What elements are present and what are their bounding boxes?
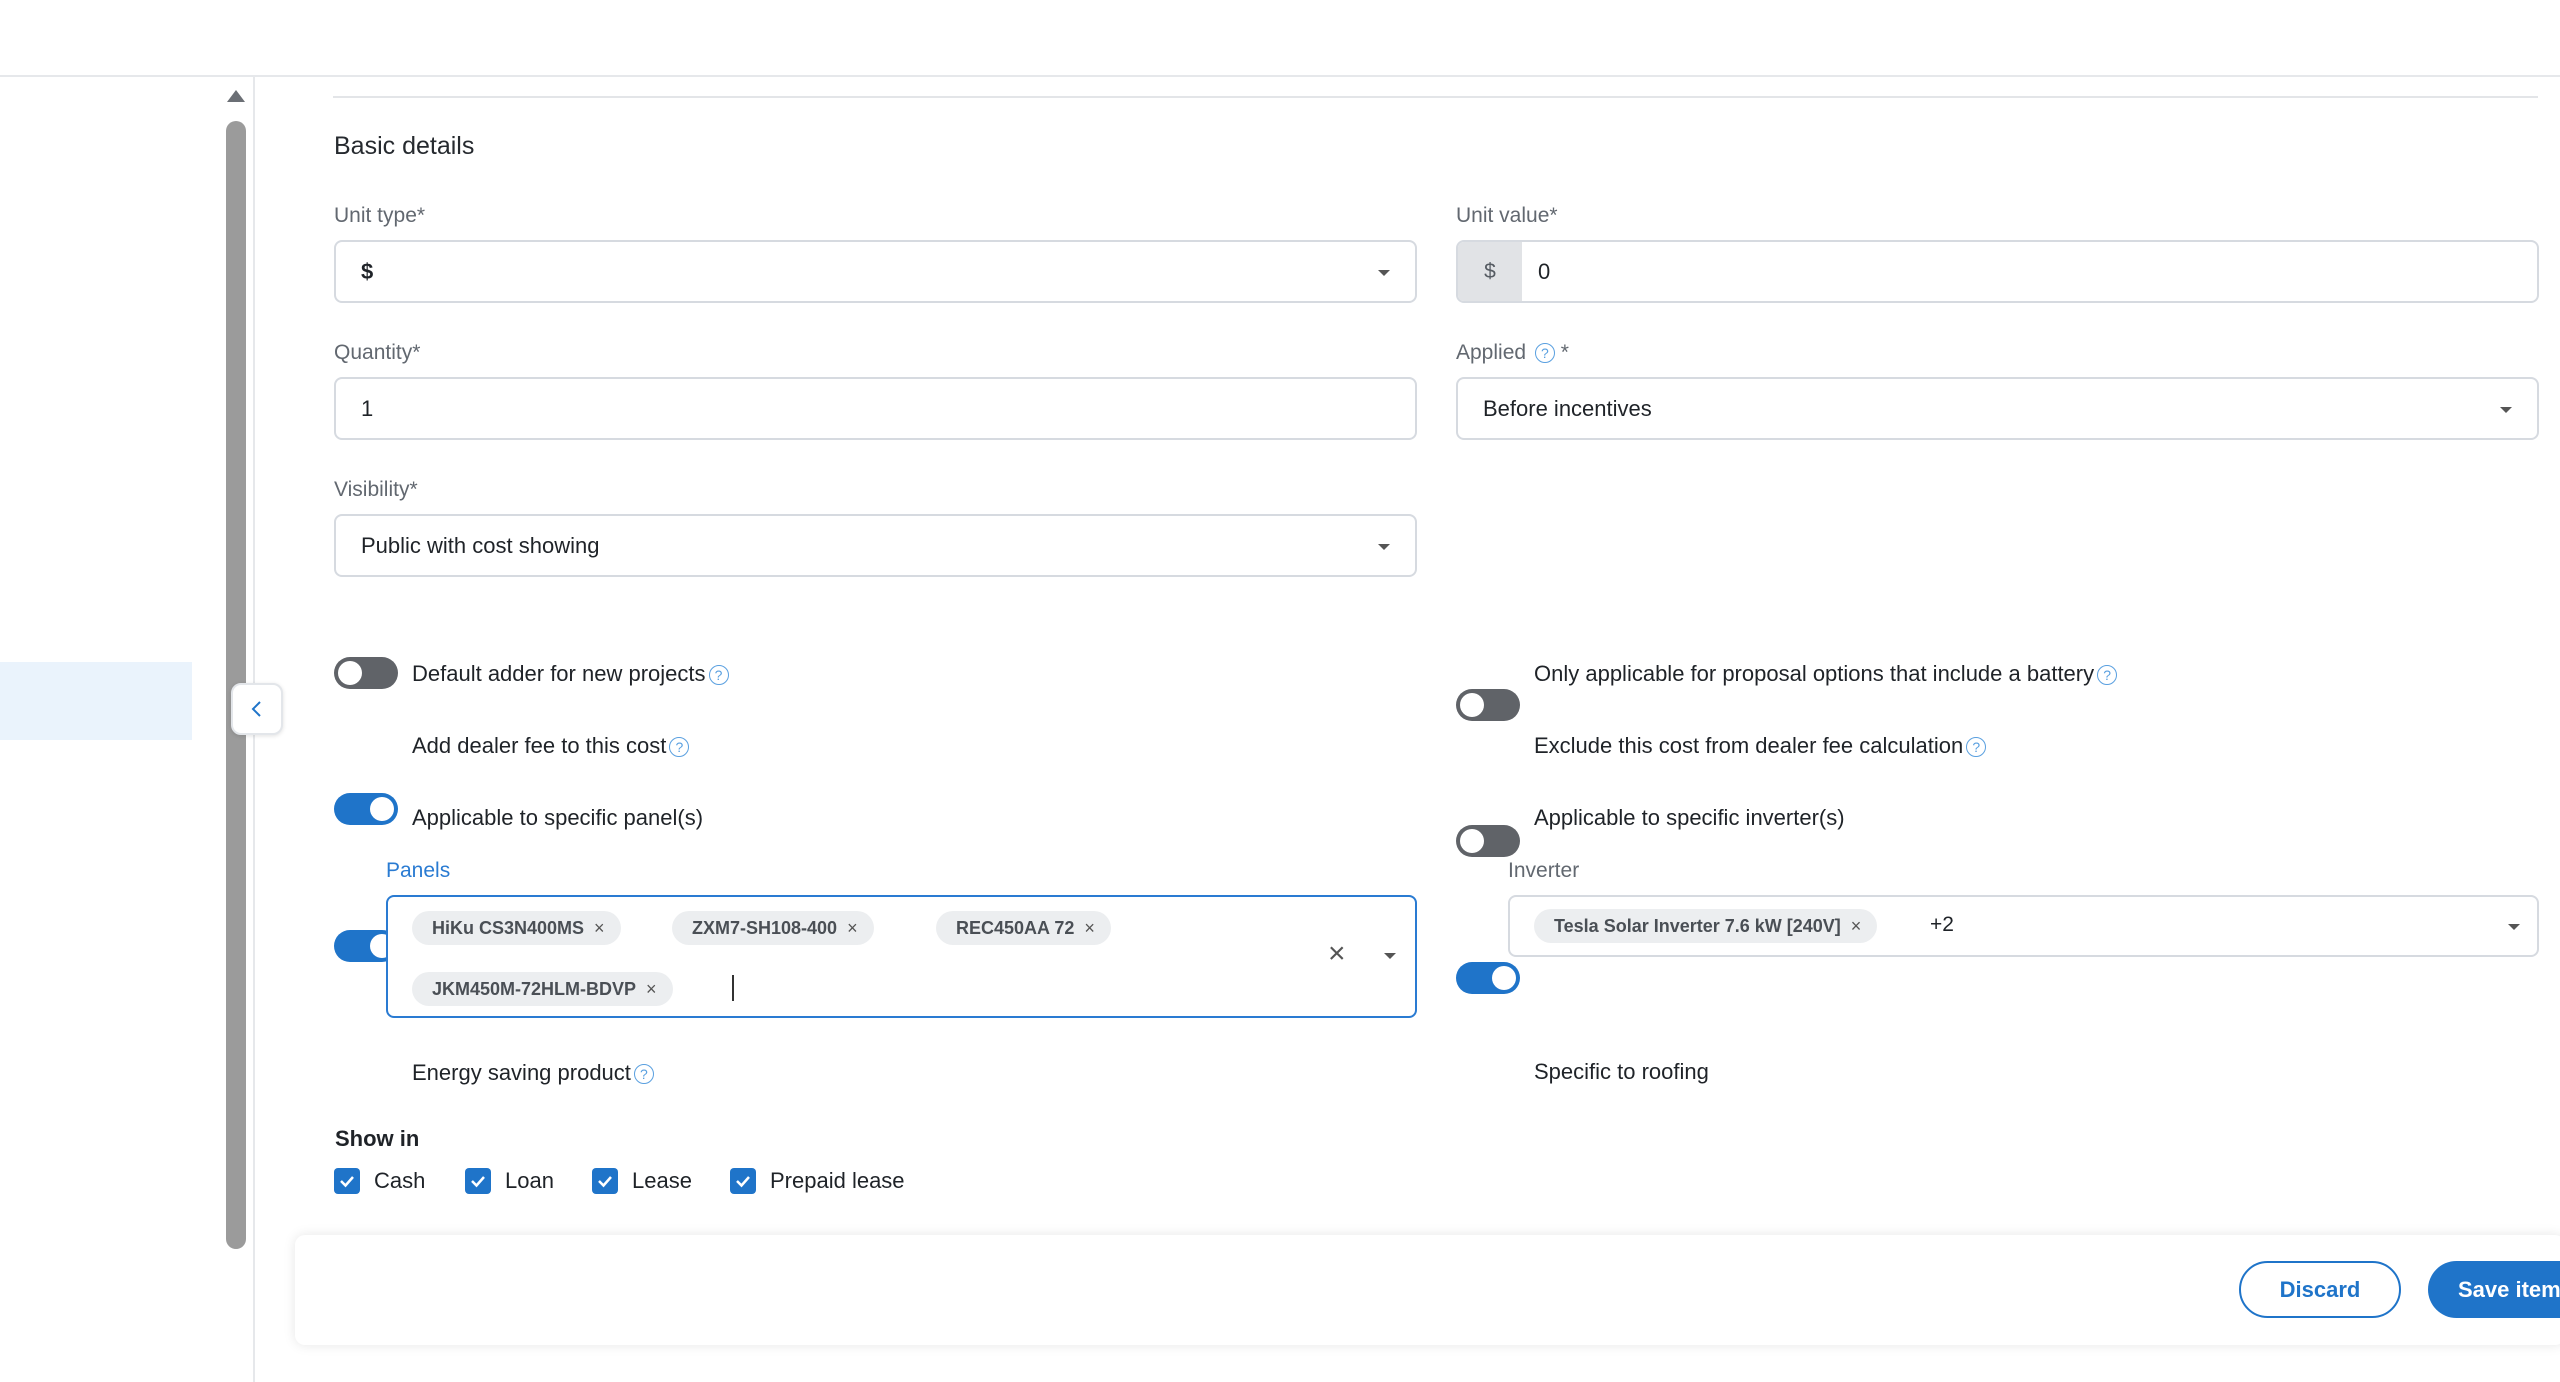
panels-multiselect[interactable]: HiKu CS3N400MS × ZXM7-SH108-400 × REC450AA… xyxy=(386,895,1417,1018)
battery-only-toggle[interactable] xyxy=(1456,689,1520,721)
visibility-value: Public with cost showing xyxy=(361,532,600,558)
panel-chip: ZXM7-SH108-400 × xyxy=(672,911,874,945)
chip-remove-icon[interactable]: × xyxy=(1084,918,1095,939)
inverter-chip: Tesla Solar Inverter 7.6 kW [240V] × xyxy=(1534,909,1878,943)
quantity-input[interactable]: 1 xyxy=(334,377,1417,440)
energy-saving-text: Energy saving product xyxy=(412,1060,631,1085)
footer-bar xyxy=(295,1235,2560,1345)
help-icon[interactable]: ? xyxy=(669,737,690,758)
applied-label: Applied ? * xyxy=(1456,341,1569,365)
chevron-left-icon xyxy=(251,701,261,717)
unit-value-label: Unit value* xyxy=(1456,204,1558,227)
chevron-down-icon[interactable] xyxy=(2508,924,2520,930)
default-adder-text: Default adder for new projects xyxy=(412,661,706,686)
cash-checkbox[interactable] xyxy=(334,1168,360,1194)
panel-chip-label: HiKu CS3N400MS xyxy=(432,917,585,938)
help-icon[interactable]: ? xyxy=(1966,737,1987,758)
inverter-more-count: +2 xyxy=(1930,913,1954,936)
battery-only-label: Only applicable for proposal options tha… xyxy=(1534,661,2118,687)
panel-chip-label: JKM450M-72HLM-BDVP xyxy=(432,978,637,999)
panel-chip-label: ZXM7-SH108-400 xyxy=(692,917,838,938)
inverter-chip-label: Tesla Solar Inverter 7.6 kW [240V] xyxy=(1554,915,1841,936)
exclude-dealer-fee-toggle[interactable] xyxy=(1456,825,1520,857)
chip-remove-icon[interactable]: × xyxy=(594,918,605,939)
exclude-dealer-fee-label: Exclude this cost from dealer fee calcul… xyxy=(1534,733,1987,759)
chevron-down-icon[interactable] xyxy=(1384,953,1396,959)
panel-chip: JKM450M-72HLM-BDVP × xyxy=(412,972,673,1006)
help-icon[interactable]: ? xyxy=(1534,343,1555,364)
chevron-down-icon xyxy=(1378,269,1390,276)
show-in-label: Show in xyxy=(335,1126,420,1151)
unit-type-value: $ xyxy=(361,258,374,284)
lease-label: Lease xyxy=(632,1168,692,1193)
save-item-button[interactable]: Save item xyxy=(2428,1261,2560,1318)
chip-remove-icon[interactable]: × xyxy=(847,918,858,939)
collapse-sidebar-button[interactable] xyxy=(231,683,283,735)
quantity-value: 1 xyxy=(361,395,374,421)
default-adder-label: Default adder for new projects? xyxy=(412,661,729,687)
section-title: Basic details xyxy=(334,132,475,160)
checkmark-icon xyxy=(471,1176,485,1188)
cash-label: Cash xyxy=(374,1168,426,1193)
unit-type-label: Unit type* xyxy=(334,204,426,227)
checkmark-icon xyxy=(598,1176,612,1188)
chip-remove-icon[interactable]: × xyxy=(1851,916,1862,937)
inverter-label: Inverter xyxy=(1508,859,1580,882)
help-icon[interactable]: ? xyxy=(2097,665,2118,686)
checkmark-icon xyxy=(340,1176,354,1188)
toggle-knob xyxy=(1460,829,1484,853)
battery-only-text: Only applicable for proposal options tha… xyxy=(1534,661,2095,686)
prepaid-lease-checkbox[interactable] xyxy=(730,1168,756,1194)
currency-prefix: $ xyxy=(1458,242,1522,301)
section-divider xyxy=(333,96,2538,98)
applied-required-mark: * xyxy=(1560,341,1569,364)
toggle-knob xyxy=(1492,966,1516,990)
quantity-label: Quantity* xyxy=(334,341,421,364)
specific-inverters-toggle[interactable] xyxy=(1456,962,1520,994)
exclude-dealer-fee-text: Exclude this cost from dealer fee calcul… xyxy=(1534,733,1964,758)
panel-chip: HiKu CS3N400MS × xyxy=(412,911,621,945)
text-cursor xyxy=(732,975,734,1001)
applied-value: Before incentives xyxy=(1483,395,1652,421)
help-icon[interactable]: ? xyxy=(708,665,729,686)
loan-label: Loan xyxy=(505,1168,554,1193)
default-adder-toggle[interactable] xyxy=(334,657,398,689)
toggle-knob xyxy=(338,661,362,685)
top-bar xyxy=(0,0,2560,77)
toggle-knob xyxy=(370,797,394,821)
specific-panels-label: Applicable to specific panel(s) xyxy=(412,805,704,830)
dealer-fee-text: Add dealer fee to this cost xyxy=(412,733,667,758)
inverter-multiselect[interactable]: Tesla Solar Inverter 7.6 kW [240V] × +2 xyxy=(1508,895,2539,957)
unit-type-select[interactable]: $ xyxy=(334,240,1417,303)
applied-select[interactable]: Before incentives xyxy=(1456,377,2539,440)
energy-saving-label: Energy saving product? xyxy=(412,1060,654,1086)
clear-icon[interactable]: × xyxy=(1328,937,1346,971)
chevron-down-icon xyxy=(1378,543,1390,550)
panel-chip: REC450AA 72 × xyxy=(936,911,1111,945)
checkmark-icon xyxy=(736,1176,750,1188)
help-icon[interactable]: ? xyxy=(633,1064,654,1085)
visibility-select[interactable]: Public with cost showing xyxy=(334,514,1417,577)
lease-checkbox[interactable] xyxy=(592,1168,618,1194)
roofing-label: Specific to roofing xyxy=(1534,1059,1709,1084)
chip-remove-icon[interactable]: × xyxy=(646,979,657,1000)
unit-value-field[interactable]: $ 0 xyxy=(1456,240,2539,303)
chevron-down-icon xyxy=(2500,406,2512,413)
scroll-up-arrow-icon[interactable] xyxy=(227,90,245,102)
prepaid-lease-label: Prepaid lease xyxy=(770,1168,905,1193)
loan-checkbox[interactable] xyxy=(465,1168,491,1194)
panels-label: Panels xyxy=(386,859,451,882)
applied-label-text: Applied xyxy=(1456,341,1527,364)
toggle-knob xyxy=(1460,693,1484,717)
visibility-label: Visibility* xyxy=(334,478,418,501)
dealer-fee-label: Add dealer fee to this cost? xyxy=(412,733,690,759)
left-panel-selected-item[interactable] xyxy=(0,662,192,740)
panel-chip-label: REC450AA 72 xyxy=(956,917,1075,938)
unit-value-input[interactable]: 0 xyxy=(1538,259,1550,285)
dealer-fee-toggle[interactable] xyxy=(334,793,398,825)
discard-button[interactable]: Discard xyxy=(2239,1261,2401,1318)
specific-inverters-label: Applicable to specific inverter(s) xyxy=(1534,805,1845,830)
